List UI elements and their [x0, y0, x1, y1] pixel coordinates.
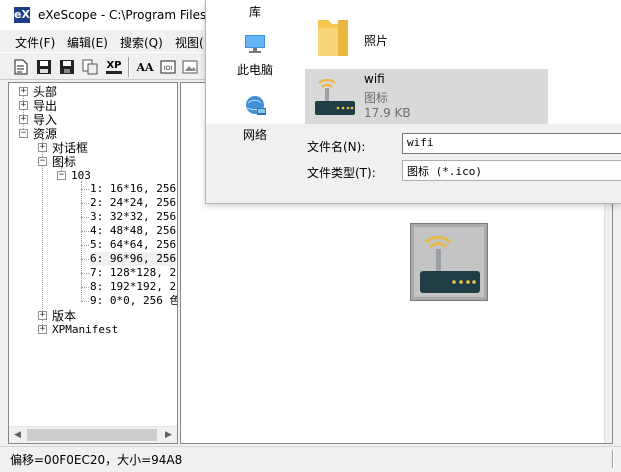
- file-item-photos[interactable]: 照片: [304, 0, 547, 66]
- menu-search[interactable]: 搜索(Q): [120, 34, 163, 51]
- dialog-file-list: 照片 wifi 图标 17.9 KB: [304, 0, 621, 124]
- font-label: AA: [136, 60, 154, 74]
- window-title: eXeScope - C:\Program Files: [38, 8, 207, 22]
- tree-node-xpmanifest[interactable]: XPManifest: [52, 323, 118, 337]
- file-size: 17.9 KB: [364, 106, 411, 120]
- wifi-router-icon: [414, 227, 484, 297]
- computer-icon: [245, 35, 265, 53]
- tree-connector: [81, 259, 89, 260]
- network-icon: [246, 96, 266, 115]
- open-file-dialog: 库 此电脑 网络 照片 wifi 图标 17.9 KB 文件名(N): wifi…: [205, 0, 621, 204]
- tree-leaf-icon[interactable]: 4: 48*48, 256: [90, 224, 176, 238]
- font-icon[interactable]: AA: [135, 58, 155, 76]
- dialog-icon[interactable]: IOI: [159, 58, 177, 76]
- nav-network-label: 网络: [242, 128, 267, 142]
- collapse-toggle[interactable]: −: [38, 157, 47, 166]
- save-icon[interactable]: [58, 58, 76, 76]
- tree-node-exports[interactable]: 导出: [33, 99, 57, 113]
- tree-leaf-icon[interactable]: 5: 64*64, 256: [90, 238, 176, 252]
- menu-file[interactable]: 文件(F): [15, 34, 55, 51]
- tree-leaf-icon[interactable]: 2: 24*24, 256: [90, 196, 176, 210]
- tree-connector: [81, 231, 89, 232]
- tree-connector: [81, 273, 89, 274]
- tree-node-imports[interactable]: 导入: [33, 113, 57, 127]
- tree-leaf-icon-selected[interactable]: 6: 96*96, 256: [90, 252, 177, 266]
- tree-leaf-icon[interactable]: 3: 32*32, 256: [90, 210, 176, 224]
- file-name: 照片: [364, 34, 389, 48]
- resource-tree[interactable]: + 头部 + 导出 + 导入 − 资源 + 对话框 − 图标 − 103 1: …: [8, 82, 178, 444]
- tree-connector: [81, 189, 89, 190]
- file-name: wifi: [364, 72, 385, 86]
- expand-toggle[interactable]: +: [19, 87, 28, 96]
- new-icon[interactable]: [12, 58, 30, 76]
- dialog-label: IOI: [164, 65, 172, 72]
- tree-leaf-icon[interactable]: 7: 128*128, 25: [90, 266, 177, 280]
- tree-node-icons[interactable]: 图标: [52, 155, 76, 169]
- expand-toggle[interactable]: +: [19, 101, 28, 110]
- tree-connector: [81, 287, 89, 288]
- menu-view[interactable]: 视图(: [175, 34, 204, 51]
- expand-toggle[interactable]: +: [38, 143, 47, 152]
- status-offset-size: 偏移=00F0EC20，大小=94A8: [10, 453, 183, 467]
- tree-connector: [81, 217, 89, 218]
- tree-node-header[interactable]: 头部: [33, 85, 57, 99]
- filename-label: 文件名(N):: [307, 140, 366, 154]
- tree-connector: [42, 139, 43, 329]
- nav-network[interactable]: [206, 94, 304, 120]
- expand-toggle[interactable]: +: [19, 115, 28, 124]
- icon-preview: [410, 223, 488, 301]
- image-icon[interactable]: [181, 58, 199, 76]
- status-divider: [612, 450, 614, 468]
- tree-connector: [81, 203, 89, 204]
- nav-this-pc[interactable]: 此电脑: [206, 32, 304, 78]
- filetype-label: 文件类型(T):: [307, 166, 376, 180]
- file-type: 图标: [364, 91, 389, 105]
- collapse-toggle[interactable]: −: [19, 129, 28, 138]
- xp-label: XP: [106, 60, 122, 74]
- toolbar-separator: [128, 57, 130, 77]
- exescope-app-icon[interactable]: eX: [14, 7, 30, 23]
- status-bar: 偏移=00F0EC20，大小=94A8: [0, 446, 621, 472]
- scroll-right-icon[interactable]: ▶: [160, 427, 177, 443]
- tree-leaf-icon[interactable]: 1: 16*16, 256: [90, 182, 176, 196]
- tree-leaf-icon[interactable]: 9: 0*0, 256 色: [90, 294, 177, 308]
- filename-input[interactable]: wifi: [402, 133, 621, 154]
- tree-leaf-icon[interactable]: 8: 192*192, 25: [90, 280, 177, 294]
- nav-this-pc-label: 此电脑: [236, 63, 273, 77]
- dialog-nav-pane: 库 此电脑 网络: [206, 0, 304, 142]
- copy-icon[interactable]: [81, 58, 99, 76]
- tree-connector: [81, 301, 89, 302]
- filetype-select[interactable]: 图标 (*.ico): [402, 160, 621, 181]
- open-icon[interactable]: [35, 58, 53, 76]
- tree-node-version[interactable]: 版本: [52, 309, 76, 323]
- nav-library[interactable]: 库: [206, 3, 304, 20]
- nav-library-label: 库: [248, 5, 261, 19]
- scroll-thumb[interactable]: [27, 429, 157, 441]
- expand-toggle[interactable]: +: [38, 311, 47, 320]
- tree-node-resources[interactable]: 资源: [33, 127, 57, 141]
- tree-node-icon-group[interactable]: 103: [71, 169, 91, 183]
- tree-connector: [81, 245, 89, 246]
- file-item-wifi[interactable]: wifi 图标 17.9 KB: [305, 69, 548, 124]
- tree-connector: [23, 91, 24, 133]
- collapse-toggle[interactable]: −: [57, 171, 66, 180]
- expand-toggle[interactable]: +: [38, 325, 47, 334]
- folder-icon: [318, 20, 348, 56]
- tree-node-dialogs[interactable]: 对话框: [52, 141, 88, 155]
- menu-edit[interactable]: 编辑(E): [67, 34, 108, 51]
- horizontal-scrollbar[interactable]: ◀ ▶: [9, 426, 177, 443]
- tree-connector: [81, 181, 82, 301]
- wifi-router-icon: [315, 78, 355, 115]
- xp-icon[interactable]: XP: [104, 58, 124, 76]
- scroll-left-icon[interactable]: ◀: [9, 427, 26, 443]
